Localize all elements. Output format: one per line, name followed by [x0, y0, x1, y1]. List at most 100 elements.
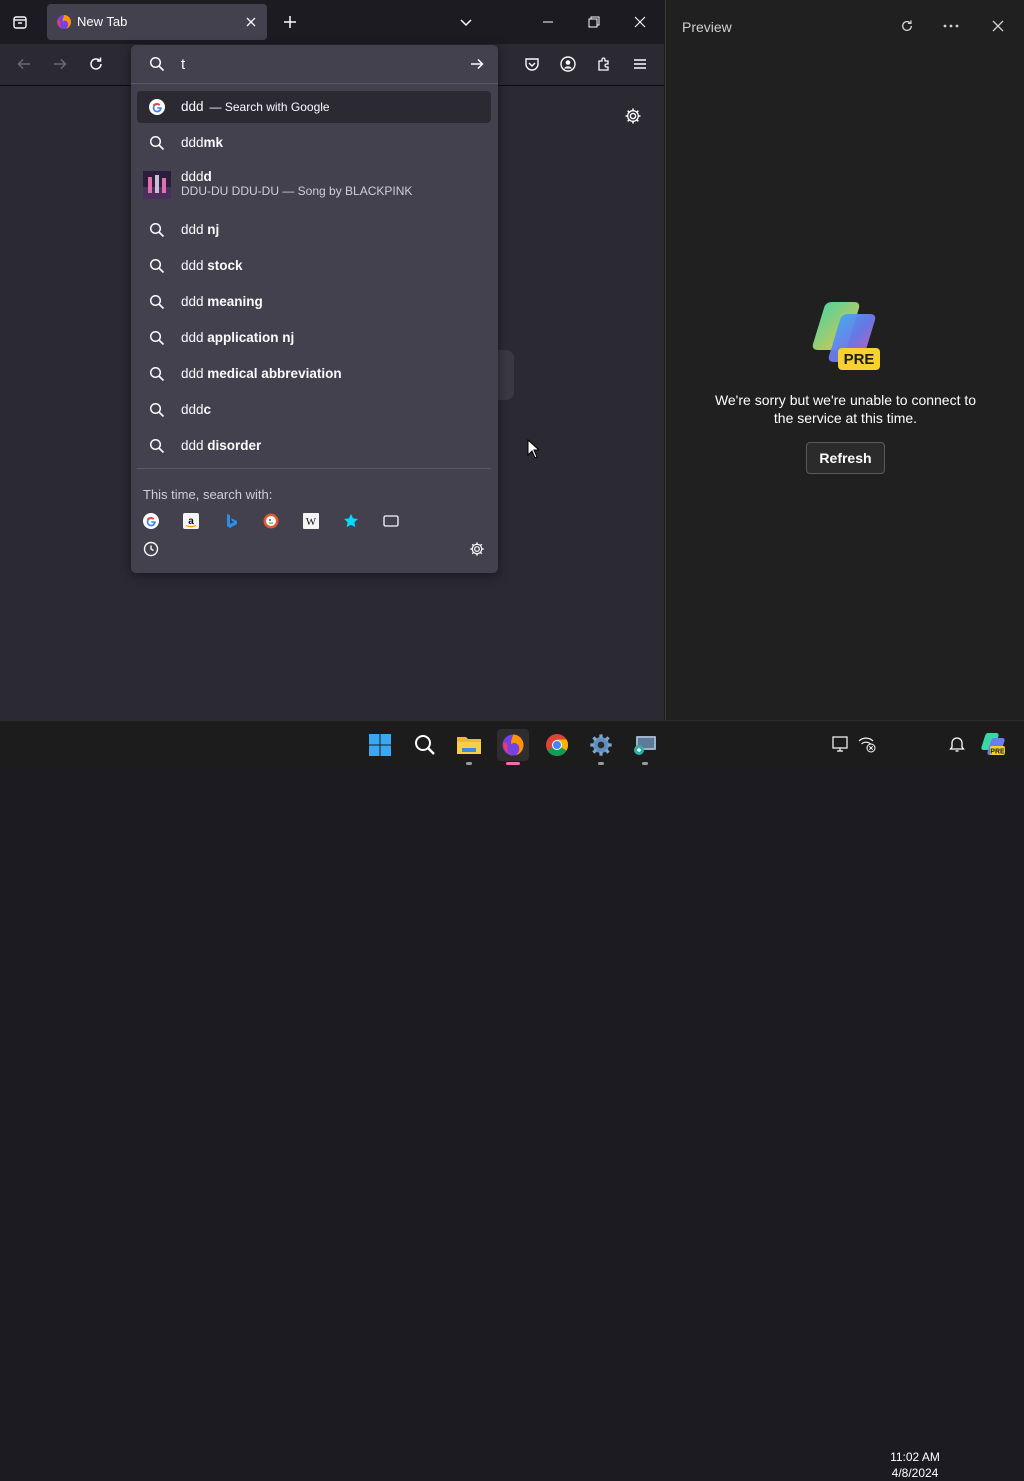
pocket-button[interactable] [518, 50, 546, 78]
network-disconnected-icon [858, 737, 876, 753]
firefox-view-icon [13, 16, 27, 29]
list-all-tabs-button[interactable] [452, 8, 480, 36]
result-typed-text: ddd [181, 222, 208, 237]
tab-title: New Tab [77, 14, 128, 29]
result-search-google[interactable]: ddd — Search with Google [137, 91, 491, 123]
result-typed-text: ddd [181, 366, 208, 381]
forward-button[interactable] [46, 50, 74, 78]
taskbar-remote-desktop[interactable] [629, 729, 661, 765]
taskbar-firefox[interactable] [497, 729, 529, 765]
result-typed-text: ddd [181, 258, 208, 273]
restore-button[interactable] [580, 8, 608, 36]
result-suggestion[interactable]: ddd stock [137, 250, 491, 282]
firefox-icon [57, 15, 71, 29]
copilot-pre-text: PRE [990, 748, 1005, 755]
taskbar-chrome[interactable] [541, 729, 573, 761]
close-tab-icon[interactable] [243, 14, 259, 30]
new-tab-button[interactable] [276, 8, 304, 36]
browser-window: New Tab t ddd — Search with Google dddmk… [0, 0, 664, 720]
system-clock[interactable]: 11:02 AM 4/8/2024 [884, 1449, 946, 1481]
pre-badge-text: PRE [843, 350, 875, 368]
wikipedia-icon[interactable]: W [303, 513, 319, 529]
mouse-cursor-icon [527, 439, 539, 459]
refresh-button[interactable]: Refresh [806, 442, 885, 474]
system-tray-network[interactable] [858, 735, 876, 753]
result-completion-text: application nj [207, 330, 295, 345]
result-suggestion[interactable]: ddd disorder [137, 430, 491, 462]
close-window-button[interactable] [626, 8, 654, 36]
panel-more-button[interactable] [937, 12, 965, 40]
result-typed-text: ddd [181, 402, 204, 417]
result-song[interactable]: dddd DDU-DU DDU-DU — Song by BLACKPINK [137, 167, 491, 207]
taskbar-settings[interactable] [585, 729, 617, 765]
album-thumbnail [143, 171, 171, 199]
result-typed-text: ddd [181, 294, 208, 309]
result-text: ddd nj [181, 222, 219, 237]
tabs-icon[interactable] [383, 513, 399, 529]
history-icon[interactable] [143, 541, 159, 557]
reload-icon [90, 57, 102, 70]
hamburger-icon [634, 59, 646, 69]
account-button[interactable] [554, 50, 582, 78]
result-suggestion[interactable]: ddd medical abbreviation [137, 358, 491, 390]
remote-desktop-icon [634, 736, 656, 755]
amazon-icon[interactable]: a [183, 513, 199, 529]
bing-icon[interactable] [223, 513, 239, 529]
urlbar-input-row [131, 45, 498, 84]
pocket-icon [525, 58, 539, 71]
result-suggestion[interactable]: ddd application nj [137, 322, 491, 354]
taskbar: 11:02 AM 4/8/2024 PRE [0, 720, 1024, 1480]
results-separator [137, 468, 491, 469]
puzzle-icon [598, 57, 609, 71]
google-icon[interactable] [143, 513, 159, 529]
refresh-icon [901, 20, 913, 31]
result-suggestion[interactable]: ddd meaning [137, 286, 491, 318]
panel-refresh-button[interactable] [893, 12, 921, 40]
duckduckgo-icon[interactable] [263, 513, 279, 529]
result-text: dddmk [181, 135, 223, 150]
urlbar-input[interactable] [181, 53, 451, 75]
result-text: dddc [181, 402, 211, 417]
search-icon [149, 330, 165, 346]
clock-date: 4/8/2024 [891, 1466, 939, 1480]
bookmarks-star-icon[interactable] [343, 513, 359, 529]
minimize-button[interactable] [534, 8, 562, 36]
result-suggestion[interactable]: ddd nj [137, 214, 491, 246]
result-completion-text: mk [203, 135, 224, 150]
plus-icon [284, 16, 296, 28]
system-tray-display[interactable] [832, 735, 850, 753]
svg-text:W: W [306, 516, 317, 528]
firefox-view-button[interactable] [6, 8, 34, 36]
extensions-button[interactable] [590, 50, 618, 78]
notifications-button[interactable] [948, 735, 966, 753]
tab-new-tab[interactable]: New Tab [47, 4, 267, 40]
search-settings-icon[interactable] [469, 541, 485, 557]
taskbar-search-button[interactable] [409, 729, 441, 761]
error-message: We're sorry but we're unable to connect … [714, 392, 977, 426]
running-indicator [466, 762, 472, 765]
running-indicator [642, 762, 648, 765]
result-suggestion[interactable]: dddmk [137, 127, 491, 159]
forward-arrow-icon [54, 58, 67, 70]
result-suggestion[interactable]: dddc [137, 394, 491, 426]
result-completion-text: meaning [207, 294, 263, 309]
clock-time: 11:02 AM [890, 1450, 940, 1464]
bell-icon [949, 737, 965, 752]
copilot-taskbar-button[interactable]: PRE [980, 731, 1006, 757]
taskbar-file-explorer[interactable] [453, 729, 485, 765]
back-button[interactable] [10, 50, 38, 78]
chevron-down-icon [460, 19, 472, 27]
panel-close-button[interactable] [984, 12, 1012, 40]
go-arrow-icon[interactable] [469, 56, 485, 72]
reload-button[interactable] [82, 50, 110, 78]
search-icon [149, 56, 165, 72]
start-button[interactable] [364, 729, 396, 761]
result-completion-text: nj [207, 222, 220, 237]
display-icon [832, 736, 848, 752]
app-menu-button[interactable] [626, 50, 654, 78]
search-icon [149, 402, 165, 418]
close-icon [634, 16, 646, 28]
customize-new-tab-button[interactable] [619, 102, 647, 130]
more-options-icon [943, 24, 959, 28]
restore-icon [588, 16, 600, 28]
